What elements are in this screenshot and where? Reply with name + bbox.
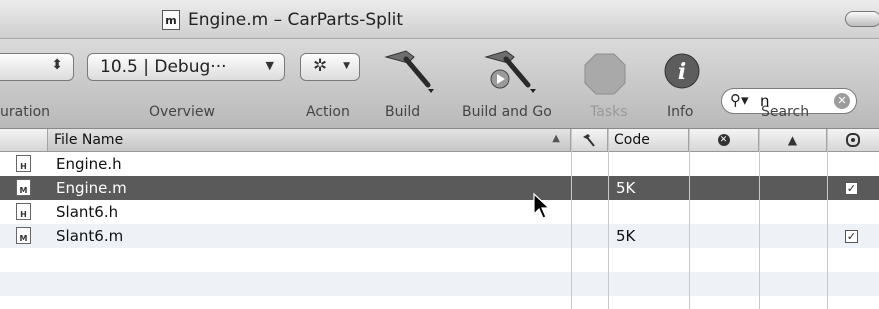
table-row[interactable]: M Engine.m 5K ✓ <box>0 176 879 200</box>
sort-ascending-icon: ▲ <box>552 133 560 144</box>
file-name: Engine.m <box>56 179 127 197</box>
active-configuration-popup[interactable]: ⬍ <box>0 53 74 81</box>
target-checkbox[interactable]: ✓ <box>845 176 858 200</box>
search-label: Search <box>761 104 810 120</box>
code-column-header[interactable]: Code <box>608 129 689 151</box>
build-and-go-label: Build and Go <box>462 104 552 120</box>
table-row[interactable]: M Slant6.m 5K ✓ <box>0 224 879 248</box>
build-status-column-header[interactable] <box>571 129 608 151</box>
target-icon <box>846 133 860 147</box>
target-column-header[interactable] <box>827 129 879 151</box>
toolbar-toggle-button[interactable] <box>845 11 879 27</box>
table-row[interactable]: H Slant6.h <box>0 200 879 224</box>
info-icon[interactable]: i <box>662 51 702 91</box>
column-divider <box>759 129 760 309</box>
checkmark-icon: ✓ <box>845 229 858 243</box>
warnings-column-header[interactable]: ▲ <box>759 129 827 151</box>
column-divider <box>608 129 609 309</box>
action-label: Action <box>306 104 350 120</box>
code-size: 5K <box>616 179 636 197</box>
source-file-icon: M <box>16 227 31 244</box>
action-button[interactable]: ✲ ▼ <box>300 53 360 81</box>
header-file-icon: H <box>16 203 31 220</box>
error-icon: ✕ <box>717 134 730 146</box>
table-row[interactable]: H Engine.h <box>0 152 879 176</box>
column-divider <box>571 129 572 309</box>
header-file-icon: H <box>16 155 31 172</box>
clear-icon[interactable]: ✕ <box>834 93 850 109</box>
file-name-column-label: File Name <box>54 132 124 148</box>
code-size: 5K <box>616 227 636 245</box>
document-icon: m <box>162 10 180 30</box>
file-name: Engine.h <box>56 155 122 173</box>
arrow-cursor-icon <box>533 192 551 219</box>
source-file-icon: M <box>16 179 31 196</box>
warning-icon: ▲ <box>787 133 798 147</box>
hammer-play-icon[interactable] <box>478 47 540 95</box>
magnifier-icon[interactable]: ⚲▾ <box>730 91 749 109</box>
chevron-down-icon: ▼ <box>265 59 274 72</box>
window-title-text: Engine.m – CarParts-Split <box>188 10 404 30</box>
tasks-label: Tasks <box>590 104 628 120</box>
icon-column-header[interactable] <box>0 129 48 151</box>
checkmark-icon: ✓ <box>845 181 858 195</box>
column-divider <box>827 129 828 309</box>
file-name-column-header[interactable]: File Name ▲ <box>48 129 571 151</box>
empty-row <box>0 248 879 272</box>
table-header: File Name ▲ Code ✕ ▲ <box>0 129 879 152</box>
hammer-icon[interactable] <box>380 47 438 95</box>
file-name: Slant6.h <box>56 203 119 221</box>
file-name: Slant6.m <box>56 227 124 245</box>
stop-octagon-icon[interactable] <box>583 52 627 96</box>
overview-label: Overview <box>149 104 215 120</box>
target-checkbox[interactable]: ✓ <box>845 224 858 248</box>
info-label: Info <box>667 104 694 120</box>
gear-icon: ✲ <box>313 56 328 76</box>
xcode-project-window: m Engine.m – CarParts-Split ⬍ uration 10… <box>0 0 879 309</box>
build-label: Build <box>385 104 421 120</box>
overview-value: 10.5 | Debug··· <box>100 57 227 77</box>
svg-text:i: i <box>678 59 686 85</box>
empty-row <box>0 272 879 296</box>
title-bar: m Engine.m – CarParts-Split <box>0 0 879 39</box>
configuration-label: uration <box>0 104 51 120</box>
chevron-down-icon: ▼ <box>343 61 350 71</box>
code-column-label: Code <box>614 132 650 148</box>
popup-arrows-icon: ⬍ <box>51 57 63 73</box>
toolbar: ⬍ uration 10.5 | Debug··· ▼ Overview ✲ ▼… <box>0 39 879 129</box>
errors-column-header[interactable]: ✕ <box>689 129 759 151</box>
hammer-icon <box>583 134 595 147</box>
column-divider <box>689 129 690 309</box>
overview-popup[interactable]: 10.5 | Debug··· ▼ <box>87 53 285 81</box>
window-title: m Engine.m – CarParts-Split <box>162 9 403 31</box>
